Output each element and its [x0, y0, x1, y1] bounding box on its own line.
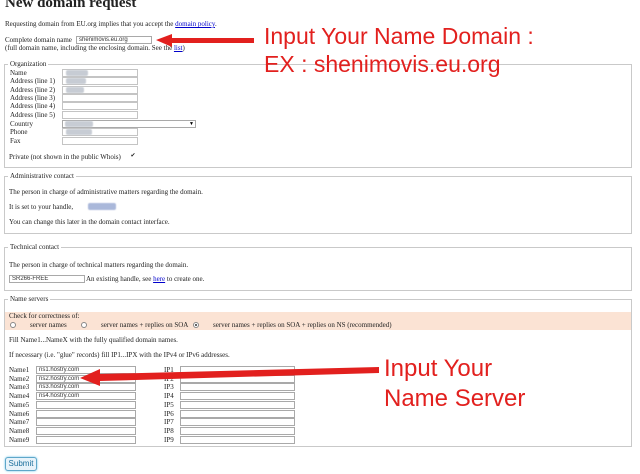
annotation-domain-line1: Input Your Name Domain :: [264, 23, 534, 49]
arrow-to-nameservers-icon: [80, 367, 379, 386]
arrow-to-domain-icon: [156, 34, 254, 47]
annotation-ns-line2: Name Server: [384, 385, 526, 412]
annotation-domain-line2: EX : shenimovis.eu.org: [264, 51, 501, 77]
annotation-ns-line1: Input Your: [384, 355, 493, 382]
